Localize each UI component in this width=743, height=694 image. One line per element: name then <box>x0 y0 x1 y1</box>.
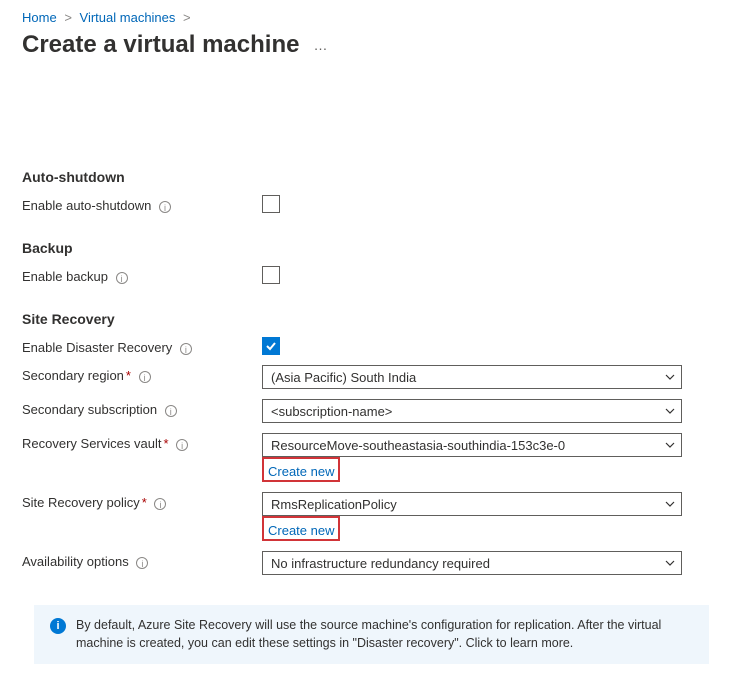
secondary-subscription-select[interactable]: <subscription-name> <box>262 399 682 423</box>
secondary-region-select[interactable]: (Asia Pacific) South India <box>262 365 682 389</box>
chevron-down-icon <box>665 438 675 453</box>
recovery-services-vault-select[interactable]: ResourceMove-southeastasia-southindia-15… <box>262 433 682 457</box>
info-icon: i <box>50 618 66 634</box>
breadcrumb-virtual-machines[interactable]: Virtual machines <box>80 10 176 25</box>
info-icon[interactable]: i <box>136 557 148 569</box>
availability-options-value: No infrastructure redundancy required <box>271 556 490 571</box>
site-recovery-policy-label: Site Recovery policy <box>22 495 140 510</box>
site-recovery-policy-select[interactable]: RmsReplicationPolicy <box>262 492 682 516</box>
info-icon[interactable]: i <box>154 498 166 510</box>
more-actions-button[interactable]: … <box>313 37 328 53</box>
chevron-right-icon: > <box>64 10 72 25</box>
breadcrumb: Home > Virtual machines > <box>22 8 721 29</box>
chevron-right-icon: > <box>183 10 191 25</box>
section-heading-backup: Backup <box>22 240 721 256</box>
info-banner[interactable]: i By default, Azure Site Recovery will u… <box>34 605 709 664</box>
secondary-subscription-label: Secondary subscription <box>22 402 157 417</box>
enable-disaster-recovery-label: Enable Disaster Recovery <box>22 340 172 355</box>
highlight-annotation: Create new <box>262 457 340 482</box>
site-recovery-policy-value: RmsReplicationPolicy <box>271 497 397 512</box>
chevron-down-icon <box>665 556 675 571</box>
chevron-down-icon <box>665 497 675 512</box>
required-indicator: * <box>126 368 131 383</box>
enable-auto-shutdown-checkbox[interactable] <box>262 195 280 213</box>
required-indicator: * <box>142 495 147 510</box>
enable-backup-label: Enable backup <box>22 269 108 284</box>
checkmark-icon <box>265 340 277 352</box>
info-icon[interactable]: i <box>116 272 128 284</box>
required-indicator: * <box>163 436 168 451</box>
info-banner-text: By default, Azure Site Recovery will use… <box>76 617 693 652</box>
recovery-services-vault-value: ResourceMove-southeastasia-southindia-15… <box>271 438 565 453</box>
enable-disaster-recovery-checkbox[interactable] <box>262 337 280 355</box>
section-heading-auto-shutdown: Auto-shutdown <box>22 169 721 185</box>
chevron-down-icon <box>665 404 675 419</box>
info-icon[interactable]: i <box>176 439 188 451</box>
enable-auto-shutdown-label: Enable auto-shutdown <box>22 198 151 213</box>
create-new-vault-link[interactable]: Create new <box>264 463 338 480</box>
info-icon[interactable]: i <box>180 343 192 355</box>
breadcrumb-home[interactable]: Home <box>22 10 57 25</box>
enable-backup-checkbox[interactable] <box>262 266 280 284</box>
info-icon[interactable]: i <box>165 405 177 417</box>
secondary-region-value: (Asia Pacific) South India <box>271 370 416 385</box>
chevron-down-icon <box>665 370 675 385</box>
info-icon[interactable]: i <box>139 371 151 383</box>
section-heading-site-recovery: Site Recovery <box>22 311 721 327</box>
create-new-policy-link[interactable]: Create new <box>264 522 338 539</box>
info-icon[interactable]: i <box>159 201 171 213</box>
availability-options-label: Availability options <box>22 554 129 569</box>
secondary-subscription-value: <subscription-name> <box>271 404 392 419</box>
secondary-region-label: Secondary region <box>22 368 124 383</box>
page-title: Create a virtual machine <box>22 31 299 59</box>
recovery-services-vault-label: Recovery Services vault <box>22 436 161 451</box>
availability-options-select[interactable]: No infrastructure redundancy required <box>262 551 682 575</box>
highlight-annotation: Create new <box>262 516 340 541</box>
